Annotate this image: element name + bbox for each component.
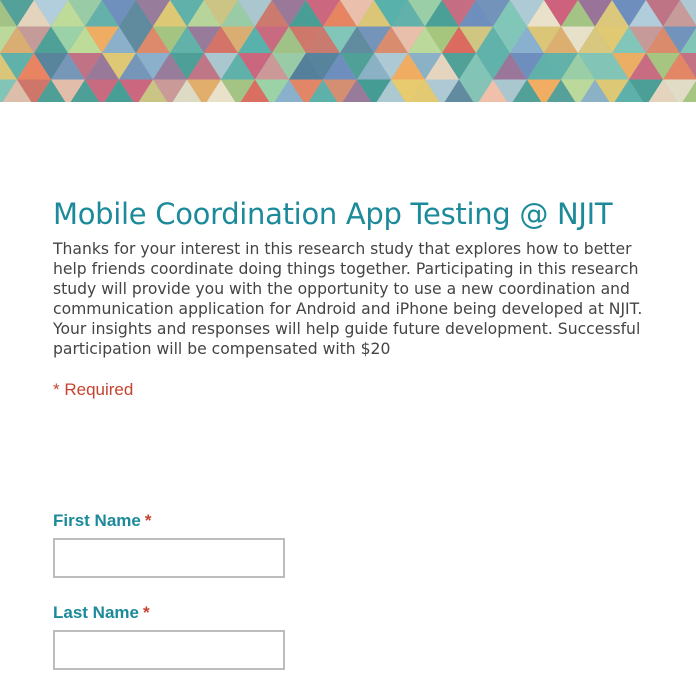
question-label-text: Last Name (53, 603, 139, 622)
header-banner-image (0, 0, 696, 102)
banner-overlay (0, 0, 696, 102)
question-label: First Name * (53, 511, 285, 531)
question-label: Last Name * (53, 603, 285, 623)
last-name-input[interactable] (53, 630, 285, 670)
question-first-name: First Name * (53, 511, 285, 578)
required-asterisk: * (144, 511, 152, 530)
form-header: Mobile Coordination App Testing @ NJIT T… (53, 196, 653, 400)
form-description: Thanks for your interest in this researc… (53, 240, 643, 358)
form-page: Mobile Coordination App Testing @ NJIT T… (0, 0, 696, 694)
first-name-input[interactable] (53, 538, 285, 578)
required-asterisk: * (142, 603, 150, 622)
form-title: Mobile Coordination App Testing @ NJIT (53, 197, 613, 231)
question-label-text: First Name (53, 511, 141, 530)
mosaic-pattern (0, 0, 696, 102)
question-last-name: Last Name * (53, 603, 285, 670)
required-note: * Required (53, 380, 134, 399)
